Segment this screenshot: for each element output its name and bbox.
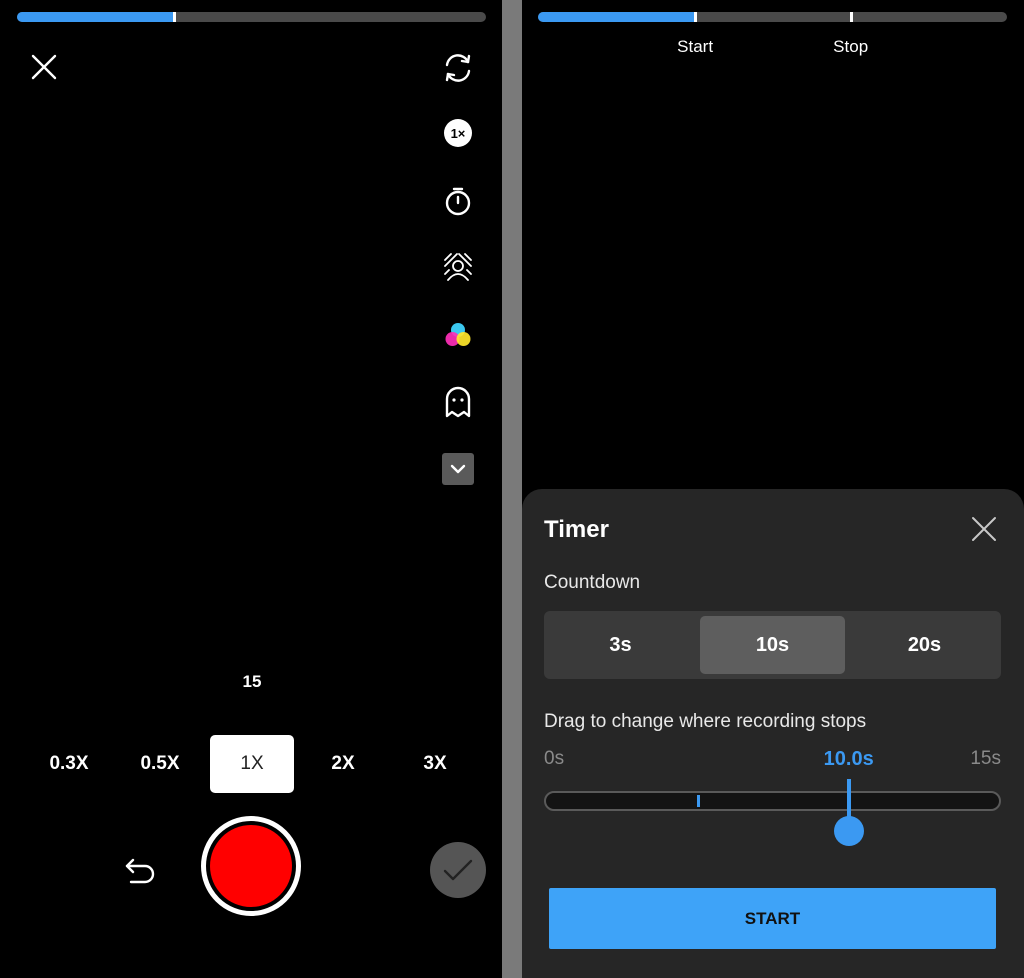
countdown-option-10s[interactable]: 10s — [700, 616, 845, 674]
countdown-option-label: 10s — [755, 633, 790, 656]
record-button-core — [210, 825, 292, 907]
stop-slider-handle[interactable] — [833, 816, 864, 846]
speed-badge-label: 1× — [450, 125, 466, 141]
speed-icon[interactable]: 1× — [444, 119, 472, 147]
countdown-option-20s[interactable]: 20s — [852, 616, 997, 674]
speed-option-2x[interactable]: 2X — [301, 735, 385, 793]
start-marker-label: Start — [677, 37, 714, 56]
progress-marker — [173, 12, 177, 22]
countdown-option-3s[interactable]: 3s — [548, 616, 693, 674]
speed-option-3x[interactable]: 3X — [393, 735, 477, 793]
countdown-option-label: 20s — [907, 633, 942, 656]
recording-duration: 15 — [242, 672, 262, 691]
flip-camera-icon[interactable] — [441, 51, 475, 85]
camera-screen: 1× 15 0.3X 0.5X 1X 2X 3X — [0, 0, 502, 978]
close-icon[interactable] — [28, 51, 60, 83]
range-min-label: 0s — [544, 748, 565, 769]
recorded-position-marker — [696, 795, 700, 807]
countdown-option-label: 3s — [609, 633, 632, 656]
beauty-icon[interactable] — [443, 252, 473, 282]
ghost-icon[interactable] — [443, 385, 473, 419]
record-button[interactable] — [201, 816, 301, 916]
speed-option-label: 0.5X — [140, 753, 180, 774]
timer-icon[interactable] — [443, 185, 473, 217]
checkmark-icon — [443, 859, 473, 881]
recording-progress-bar — [538, 12, 1007, 22]
progress-fill — [538, 12, 696, 22]
speed-option-label: 1X — [240, 753, 264, 774]
chevron-down-icon[interactable] — [442, 453, 474, 485]
countdown-selector: 3s 10s 20s — [544, 611, 1001, 679]
speed-option-label: 3X — [423, 753, 447, 774]
timer-screen: Start Stop Timer Countdown 3s 10s 20s Dr… — [522, 0, 1024, 978]
sheet-title: Timer — [544, 516, 609, 543]
close-icon[interactable] — [969, 514, 1001, 546]
speed-option-1x[interactable]: 1X — [210, 735, 294, 793]
start-button[interactable]: START — [549, 888, 996, 949]
speed-option-0-5x[interactable]: 0.5X — [118, 735, 202, 793]
drag-instruction: Drag to change where recording stops — [544, 711, 867, 732]
progress-fill — [17, 12, 175, 22]
start-marker — [694, 12, 698, 22]
timer-sheet: Timer Countdown 3s 10s 20s Drag to chang… — [522, 489, 1024, 978]
countdown-label: Countdown — [544, 572, 641, 593]
confirm-button[interactable] — [430, 842, 486, 898]
stop-time-value: 10.0s — [823, 748, 874, 770]
undo-icon[interactable] — [122, 855, 158, 887]
range-max-label: 15s — [970, 748, 1001, 769]
start-button-label: START — [744, 908, 801, 928]
stop-marker-label: Stop — [833, 37, 869, 56]
recording-progress-bar — [17, 12, 486, 22]
speed-option-0-3x[interactable]: 0.3X — [27, 735, 111, 793]
speed-option-label: 0.3X — [49, 753, 89, 774]
stop-slider-stem — [846, 779, 851, 819]
filters-icon[interactable] — [443, 320, 473, 350]
stop-slider-track[interactable] — [544, 791, 1001, 811]
stop-marker — [849, 12, 853, 22]
speed-option-label: 2X — [331, 753, 355, 774]
